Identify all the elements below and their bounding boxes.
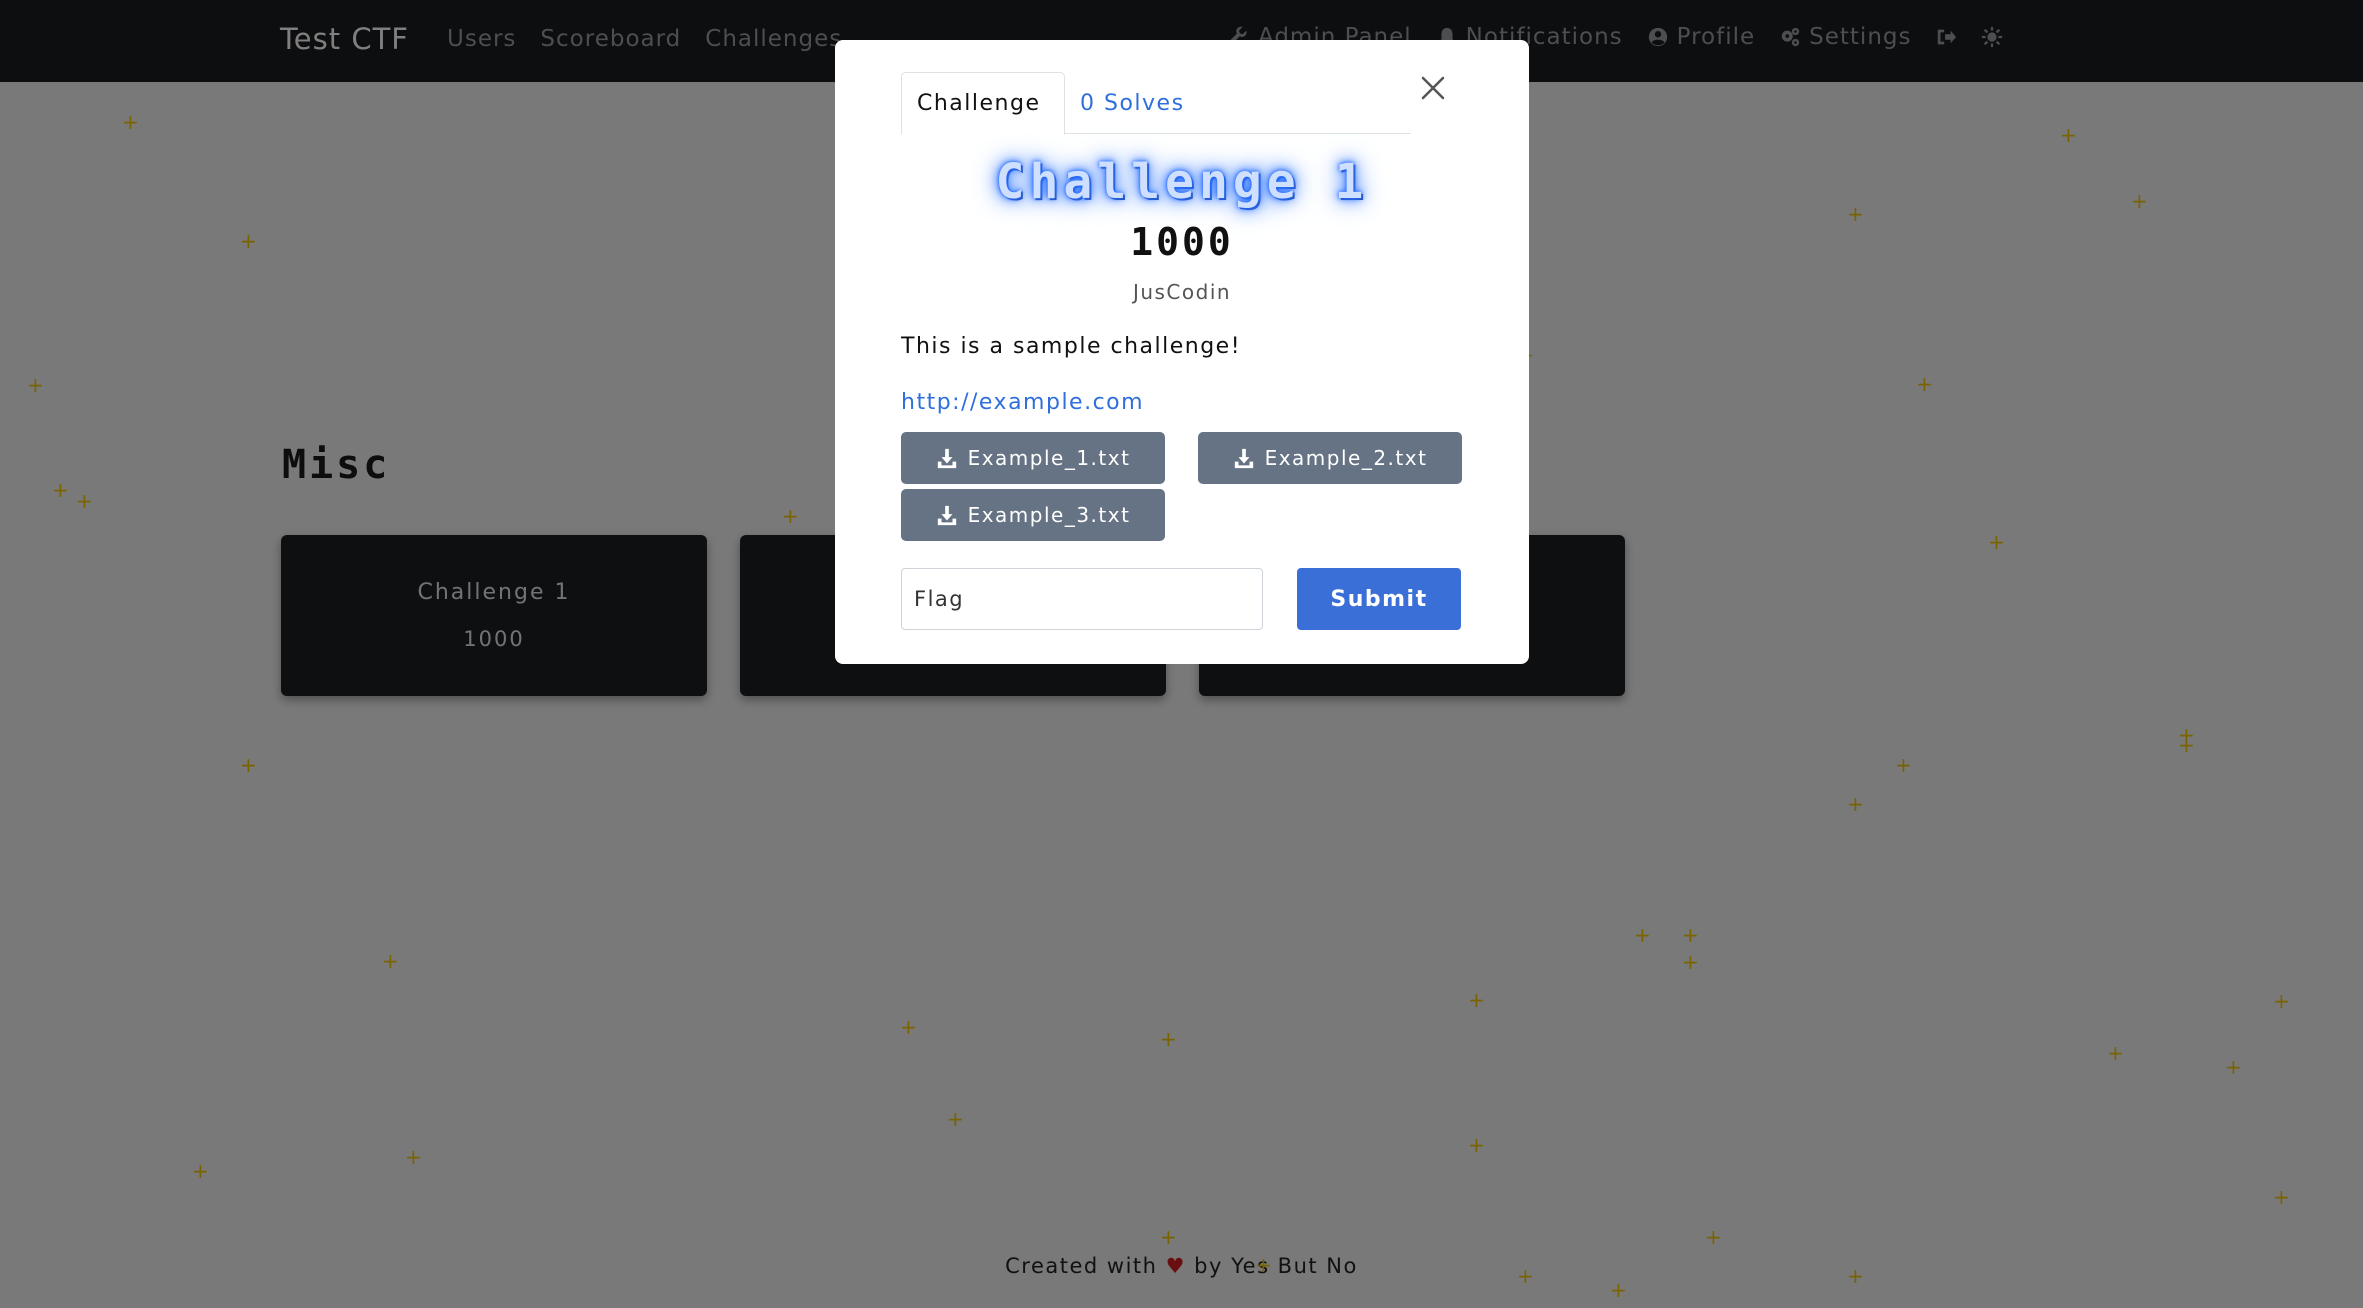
file-download-button[interactable]: Example_2.txt xyxy=(1198,432,1462,484)
flag-input[interactable] xyxy=(901,568,1263,630)
modal-tabs: Challenge 0 Solves xyxy=(901,72,1411,135)
challenge-link[interactable]: http://example.com xyxy=(901,390,1144,415)
challenge-value: 1000 xyxy=(1130,220,1234,264)
close-icon xyxy=(1421,76,1445,100)
file-name: Example_1.txt xyxy=(967,446,1131,470)
file-download-button[interactable]: Example_1.txt xyxy=(901,432,1165,484)
submit-button[interactable]: Submit xyxy=(1297,568,1461,630)
download-icon xyxy=(937,448,956,469)
tab-solves[interactable]: 0 Solves xyxy=(1065,72,1200,135)
tab-challenge[interactable]: Challenge xyxy=(901,72,1065,135)
challenge-title: Challenge 1 xyxy=(995,154,1369,210)
file-name: Example_3.txt xyxy=(967,503,1131,527)
download-icon xyxy=(937,505,956,526)
challenge-modal: Challenge 0 Solves Challenge 1 1000 JusC… xyxy=(835,40,1529,664)
download-icon xyxy=(1234,448,1253,469)
file-name: Example_2.txt xyxy=(1264,446,1428,470)
file-download-button[interactable]: Example_3.txt xyxy=(901,489,1165,541)
challenge-author: JusCodin xyxy=(1132,280,1232,304)
challenge-description: This is a sample challenge! xyxy=(901,334,1242,359)
close-button[interactable] xyxy=(1415,70,1451,106)
